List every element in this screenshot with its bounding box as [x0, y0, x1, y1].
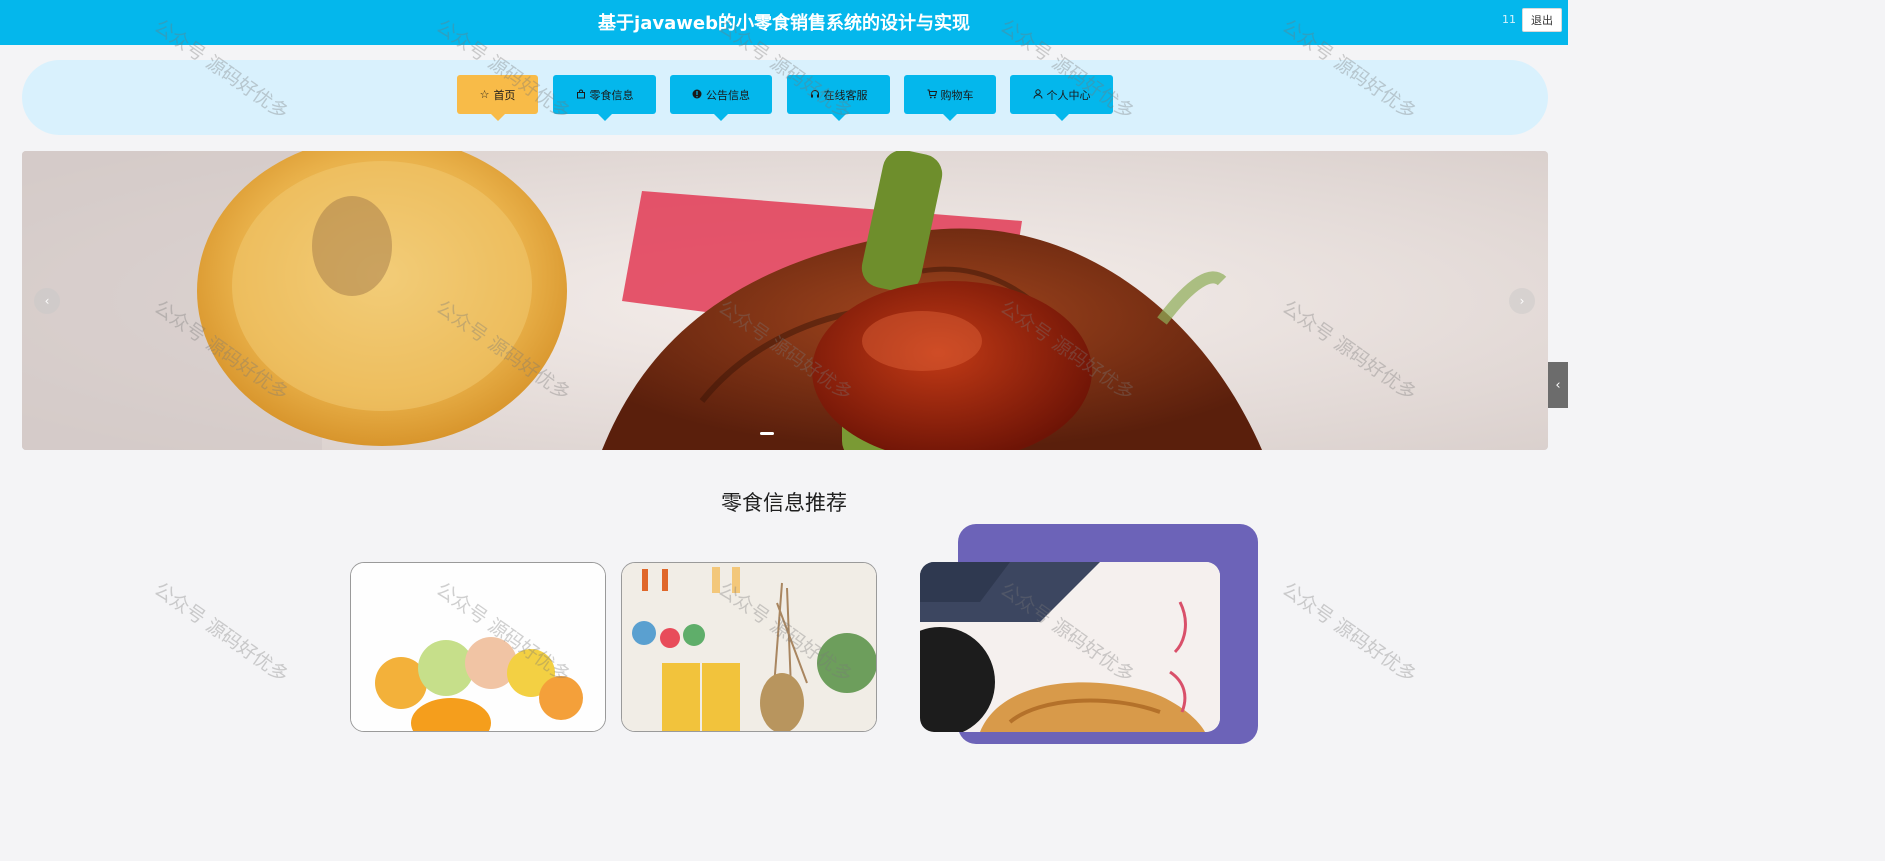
headset-icon — [810, 89, 820, 101]
carousel-banner[interactable] — [22, 151, 1548, 450]
product-card[interactable] — [621, 562, 877, 732]
info-icon — [692, 89, 702, 101]
cart-icon — [927, 89, 937, 101]
carousel-prev-button[interactable]: ‹ — [34, 288, 60, 314]
recommend-title: 零食信息推荐 — [721, 491, 847, 515]
carousel-indicators — [760, 432, 774, 435]
top-bar: 基于javaweb的小零食销售系统的设计与实现 11 退出 — [0, 0, 1568, 45]
product-card[interactable] — [350, 562, 606, 732]
nav-item-label: 零食信息 — [589, 88, 634, 102]
banner-food-image — [22, 151, 1548, 450]
chevron-right-icon: › — [1519, 294, 1525, 308]
nav-item-label: 在线客服 — [823, 88, 868, 102]
nav-item-cart[interactable]: 购物车 — [904, 75, 996, 121]
star-icon: ☆ — [479, 88, 490, 101]
bag-icon — [576, 89, 586, 101]
chevron-left-icon: ‹ — [44, 294, 50, 308]
nav-item-snacks[interactable]: 零食信息 — [553, 75, 656, 121]
side-drawer-toggle[interactable]: ‹ — [1548, 362, 1568, 408]
product-card-featured[interactable] — [920, 562, 1220, 732]
nav-item-home[interactable]: ☆ 首页 — [457, 75, 538, 121]
logout-button[interactable]: 退出 — [1522, 8, 1562, 32]
chevron-left-icon: ‹ — [1555, 377, 1561, 393]
nav-item-label: 个人中心 — [1046, 88, 1091, 102]
user-icon — [1033, 88, 1043, 101]
watermark-text: 公众号 源码好优多 — [1278, 578, 1421, 687]
nav-item-notices[interactable]: 公告信息 — [670, 75, 772, 121]
nav-item-support[interactable]: 在线客服 — [787, 75, 890, 121]
site-title: 基于javaweb的小零食销售系统的设计与实现 — [598, 13, 970, 34]
username-label[interactable]: 11 — [1502, 13, 1516, 26]
product-image-pocky — [622, 563, 876, 731]
nav-strip — [22, 60, 1548, 135]
carousel-next-button[interactable]: › — [1509, 288, 1535, 314]
nav-item-label: 购物车 — [940, 88, 974, 102]
product-image-jelly — [351, 563, 605, 731]
product-image-pancake — [920, 562, 1220, 732]
carousel-dot[interactable] — [760, 432, 774, 435]
watermark-text: 公众号 源码好优多 — [150, 578, 293, 687]
nav-item-label: 公告信息 — [706, 88, 750, 102]
nav-item-label: 首页 — [493, 88, 516, 102]
nav-item-profile[interactable]: 个人中心 — [1010, 75, 1113, 121]
